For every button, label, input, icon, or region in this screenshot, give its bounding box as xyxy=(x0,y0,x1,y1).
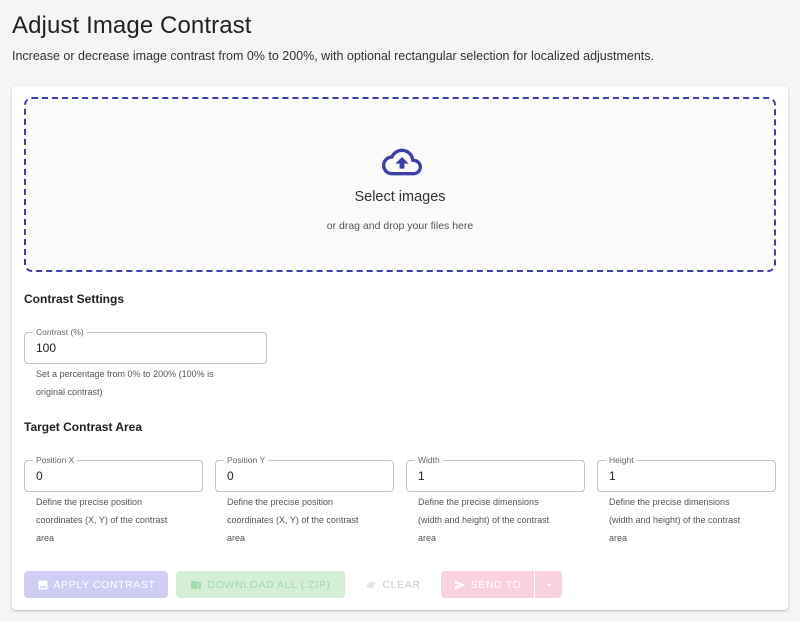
helper-line: Set a percentage from 0% to 200% (100% i… xyxy=(36,369,214,379)
width-helper: Define the precise dimensions (width and… xyxy=(418,493,549,547)
helper-line: Define the precise dimensions xyxy=(418,497,539,507)
height-helper: Define the precise dimensions (width and… xyxy=(609,493,740,547)
page-title: Adjust Image Contrast xyxy=(12,12,252,39)
image-icon xyxy=(38,580,48,589)
image-dropzone[interactable]: Select images or drag and drop your file… xyxy=(24,97,776,272)
height-input[interactable] xyxy=(609,469,751,483)
apply-contrast-button[interactable]: Apply Contrast xyxy=(24,571,168,598)
caret-down-icon xyxy=(546,583,551,586)
target-area-title: Target Contrast Area xyxy=(24,420,143,434)
width-input[interactable] xyxy=(418,469,560,483)
helper-line: area xyxy=(418,533,437,543)
contrast-settings-title: Contrast Settings xyxy=(24,292,125,306)
contrast-input[interactable] xyxy=(36,341,229,355)
position-x-field[interactable]: Position X xyxy=(24,455,203,492)
clear-all-icon xyxy=(366,582,376,587)
dropzone-title: Select images xyxy=(354,189,446,205)
page-subtitle: Increase or decrease image contrast from… xyxy=(12,49,654,63)
helper-line: original contrast) xyxy=(36,387,103,397)
helper-line: Define the precise position xyxy=(227,497,334,507)
send-to-label: Send To xyxy=(470,578,522,591)
helper-line: coordinates (X, Y) of the contrast xyxy=(227,515,359,525)
send-to-button[interactable]: Send To xyxy=(441,571,534,598)
helper-line: (width and height) of the contrast xyxy=(418,515,550,525)
helper-line: area xyxy=(227,533,246,543)
contrast-helper: Set a percentage from 0% to 200% (100% i… xyxy=(36,365,214,401)
helper-line: Define the precise dimensions xyxy=(609,497,730,507)
position-y-label: Position Y xyxy=(224,455,269,465)
position-x-helper: Define the precise position coordinates … xyxy=(36,493,167,547)
download-all-label: Download All (.zip) xyxy=(207,578,331,591)
helper-line: coordinates (X, Y) of the contrast xyxy=(36,515,168,525)
dropzone-subtitle: or drag and drop your files here xyxy=(326,220,474,232)
download-all-button[interactable]: Download All (.zip) xyxy=(176,571,345,598)
contrast-field-label: Contrast (%) xyxy=(33,327,87,337)
clear-label: Clear xyxy=(382,578,421,591)
height-field[interactable]: Height xyxy=(597,455,776,492)
position-y-input[interactable] xyxy=(227,469,369,483)
position-x-label: Position X xyxy=(33,455,78,465)
position-y-field[interactable]: Position Y xyxy=(215,455,394,492)
cloud-upload-icon xyxy=(382,148,422,176)
position-x-input[interactable] xyxy=(36,469,178,483)
width-field[interactable]: Width xyxy=(406,455,585,492)
helper-line: area xyxy=(36,533,55,543)
helper-line: area xyxy=(609,533,628,543)
helper-line: (width and height) of the contrast xyxy=(609,515,741,525)
main-card: Select images or drag and drop your file… xyxy=(12,86,788,610)
clear-button[interactable]: Clear xyxy=(353,571,433,598)
apply-contrast-label: Apply Contrast xyxy=(53,578,156,591)
position-y-helper: Define the precise position coordinates … xyxy=(227,493,358,547)
height-label: Height xyxy=(606,455,637,465)
helper-line: Define the precise position xyxy=(36,497,143,507)
contrast-field[interactable]: Contrast (%) xyxy=(24,327,267,364)
folder-zip-icon xyxy=(191,580,202,589)
send-icon xyxy=(454,580,466,589)
send-to-dropdown-button[interactable] xyxy=(535,571,562,598)
width-label: Width xyxy=(415,455,443,465)
